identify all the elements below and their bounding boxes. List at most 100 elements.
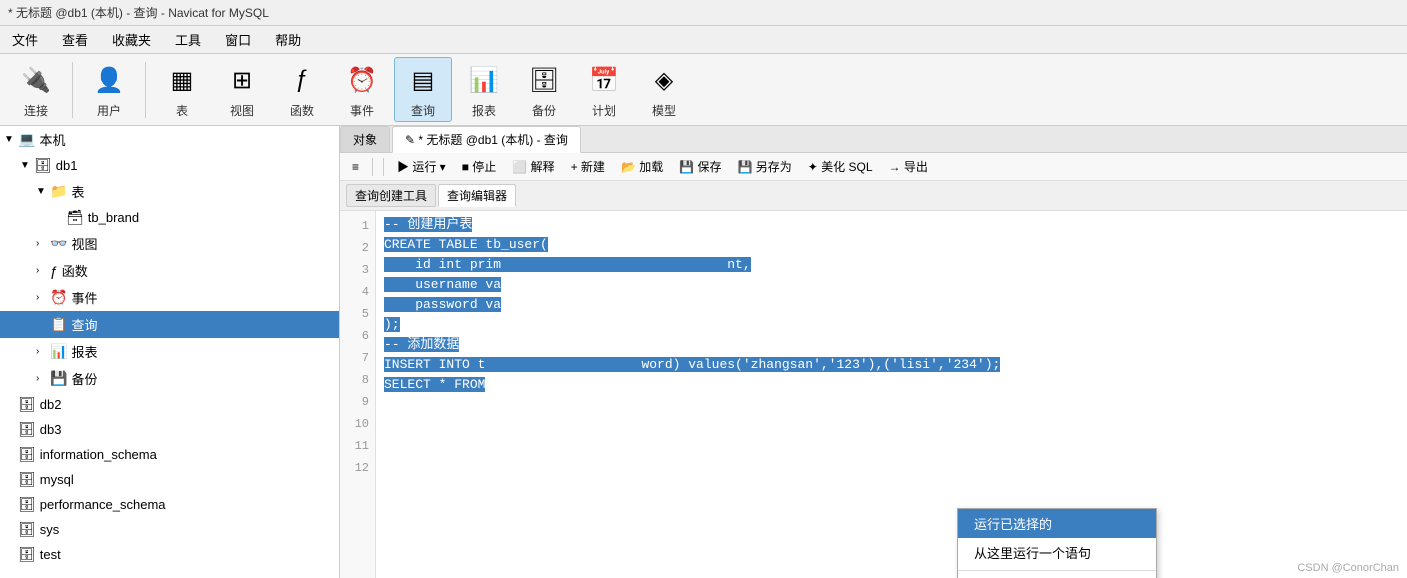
tree-item-content: 🗄test bbox=[0, 544, 339, 565]
tree-label: 本机 bbox=[39, 130, 65, 149]
query-icon: ▤ bbox=[403, 60, 443, 100]
ctx-sep-2 bbox=[958, 570, 1156, 571]
action-btn-saveas[interactable]: 💾 另存为 bbox=[732, 156, 798, 177]
tree-arrow: › bbox=[36, 238, 50, 249]
tree-item-content: 🗄performance_schema bbox=[0, 494, 339, 515]
ctx-item-label: 运行已选择的 bbox=[974, 514, 1052, 533]
tree-item-performance_schema[interactable]: 🗄performance_schema bbox=[0, 492, 339, 517]
action-btn-save[interactable]: 💾 保存 bbox=[673, 156, 727, 177]
tree-arrow: ▼ bbox=[36, 186, 50, 197]
action-toolbar: ≡ ▶ 运行 ▾■ 停止⬜ 解释+ 新建📂 加载💾 保存💾 另存为✦ 美化 SQL… bbox=[340, 153, 1407, 181]
toolbar-item-user[interactable]: 👤用户 bbox=[81, 58, 137, 121]
tree-label: performance_schema bbox=[40, 497, 166, 512]
menu-item-文件[interactable]: 文件 bbox=[8, 28, 42, 51]
ctx-item-从这里运行一个语句[interactable]: 从这里运行一个语句 bbox=[958, 538, 1156, 567]
tree-label: mysql bbox=[40, 472, 74, 487]
menu-item-工具[interactable]: 工具 bbox=[171, 28, 205, 51]
sub-tab-查询创建工具[interactable]: 查询创建工具 bbox=[346, 184, 436, 207]
tree-item-information_schema[interactable]: 🗄information_schema bbox=[0, 442, 339, 467]
model-label: 模型 bbox=[652, 102, 676, 119]
backup-label: 备份 bbox=[532, 102, 556, 119]
tree-arrow: › bbox=[36, 373, 50, 384]
user-label: 用户 bbox=[97, 102, 121, 119]
toolbar-item-view[interactable]: ⊞视图 bbox=[214, 58, 270, 121]
toolbar-item-query[interactable]: ▤查询 bbox=[394, 57, 452, 122]
tree-item-content: ›👓视图 bbox=[0, 232, 339, 255]
tree-item-test[interactable]: 🗄test bbox=[0, 542, 339, 567]
action-btn-new[interactable]: + 新建 bbox=[565, 156, 611, 177]
action-btn-load[interactable]: 📂 加载 bbox=[615, 156, 669, 177]
table-icon: ▦ bbox=[162, 60, 202, 100]
action-btn-stop[interactable]: ■ 停止 bbox=[456, 156, 503, 177]
sidebar: ▼💻本机▼🗄db1▼📁表🗃tb_brand›👓视图›ƒ函数›⏰事件📋查询›📊报表… bbox=[0, 126, 340, 578]
tree-item-mysql[interactable]: 🗄mysql bbox=[0, 467, 339, 492]
ctx-item-label: 从这里运行一个语句 bbox=[974, 543, 1091, 562]
action-btn-menu-icon[interactable]: ≡ bbox=[346, 158, 365, 176]
tree-label: tb_brand bbox=[88, 210, 139, 225]
table-label: 表 bbox=[176, 102, 188, 119]
tree-icon: 💻 bbox=[18, 131, 35, 148]
tree-item-db3[interactable]: 🗄db3 bbox=[0, 417, 339, 442]
sub-tabs: 查询创建工具查询编辑器 bbox=[340, 181, 1407, 211]
action-sep-menu bbox=[372, 158, 373, 176]
line-num-1: 1 bbox=[340, 215, 375, 237]
code-line-8: -- 添加数据 bbox=[384, 335, 1399, 355]
tree-item-本机[interactable]: ▼💻本机 bbox=[0, 126, 339, 153]
code-content[interactable]: -- 创建用户表CREATE TABLE tb_user( id int pri… bbox=[376, 211, 1407, 578]
code-editor[interactable]: 123456789101112 -- 创建用户表CREATE TABLE tb_… bbox=[340, 211, 1407, 578]
tree-item-content: ▼💻本机 bbox=[0, 128, 339, 151]
toolbar-item-report[interactable]: 📊报表 bbox=[456, 58, 512, 121]
model-icon: ◈ bbox=[644, 60, 684, 100]
code-line-11: SELECT * FROM bbox=[384, 375, 1399, 395]
toolbar-item-table[interactable]: ▦表 bbox=[154, 58, 210, 121]
title-text: * 无标题 @db1 (本机) - 查询 - Navicat for MySQL bbox=[8, 6, 269, 20]
toolbar-item-schedule[interactable]: 📅计划 bbox=[576, 58, 632, 121]
event-icon: ⏰ bbox=[342, 60, 382, 100]
context-menu: 运行已选择的从这里运行一个语句撤销重做剪切复制含引号复制▶粘贴全选 bbox=[957, 508, 1157, 578]
tree-item-函数[interactable]: ›ƒ函数 bbox=[0, 257, 339, 284]
menu-item-查看[interactable]: 查看 bbox=[58, 28, 92, 51]
toolbar-item-event[interactable]: ⏰事件 bbox=[334, 58, 390, 121]
toolbar-item-connect[interactable]: 🔌连接 bbox=[8, 58, 64, 121]
editor-area: 123456789101112 -- 创建用户表CREATE TABLE tb_… bbox=[340, 211, 1407, 578]
action-btn-explain[interactable]: ⬜ 解释 bbox=[506, 156, 560, 177]
schedule-label: 计划 bbox=[592, 102, 616, 119]
tree-item-查询[interactable]: 📋查询 bbox=[0, 311, 339, 338]
tab-✎-*-无标题-@db1-(本机)---[interactable]: ✎ * 无标题 @db1 (本机) - 查询 bbox=[392, 126, 581, 153]
tree-item-tb_brand[interactable]: 🗃 tb_brand bbox=[0, 205, 339, 230]
tree-item-表[interactable]: ▼📁表 bbox=[0, 178, 339, 205]
tree-item-报表[interactable]: ›📊报表 bbox=[0, 338, 339, 365]
toolbar-item-function[interactable]: ƒ函数 bbox=[274, 58, 330, 121]
menu-item-帮助[interactable]: 帮助 bbox=[271, 28, 305, 51]
action-btn-beautify[interactable]: ✦ 美化 SQL bbox=[802, 156, 879, 177]
watermark: CSDN @ConorChan bbox=[1297, 562, 1399, 574]
tree-item-事件[interactable]: ›⏰事件 bbox=[0, 284, 339, 311]
tree-item-content: ›ƒ函数 bbox=[0, 259, 339, 282]
sub-tab-查询编辑器[interactable]: 查询编辑器 bbox=[438, 184, 516, 207]
menu-item-收藏夹[interactable]: 收藏夹 bbox=[108, 28, 155, 51]
tree-icon: 🗃 bbox=[66, 209, 84, 226]
menu-item-窗口[interactable]: 窗口 bbox=[221, 28, 255, 51]
toolbar-divider-1 bbox=[72, 62, 73, 118]
action-btn-export[interactable]: → 导出 bbox=[883, 156, 934, 177]
tree-item-视图[interactable]: ›👓视图 bbox=[0, 230, 339, 257]
tree-icon: 🗄 bbox=[18, 546, 36, 563]
backup-icon: 🗄 bbox=[524, 60, 564, 100]
action-sep-0 bbox=[383, 158, 384, 176]
tab-对象[interactable]: 对象 bbox=[340, 126, 390, 152]
ctx-item-撤销[interactable]: 撤销 bbox=[958, 574, 1156, 578]
code-line-hl-1: -- 创建用户表 bbox=[384, 217, 472, 232]
tree-arrow: ▼ bbox=[20, 160, 34, 171]
tree-label: db2 bbox=[40, 397, 62, 412]
tree-item-sys[interactable]: 🗄sys bbox=[0, 517, 339, 542]
tree-item-db1[interactable]: ▼🗄db1 bbox=[0, 153, 339, 178]
toolbar-item-backup[interactable]: 🗄 备份 bbox=[516, 58, 572, 121]
tree-item-db2[interactable]: 🗄db2 bbox=[0, 392, 339, 417]
tree-item-备份[interactable]: ›💾备份 bbox=[0, 365, 339, 392]
ctx-item-运行已选择的[interactable]: 运行已选择的 bbox=[958, 509, 1156, 538]
action-btn-run[interactable]: ▶ 运行 ▾ bbox=[391, 156, 452, 177]
toolbar-item-model[interactable]: ◈ 模型 bbox=[636, 58, 692, 121]
report-icon: 📊 bbox=[464, 60, 504, 100]
function-icon: ƒ bbox=[282, 60, 322, 100]
tree-icon: ⏰ bbox=[50, 289, 67, 306]
